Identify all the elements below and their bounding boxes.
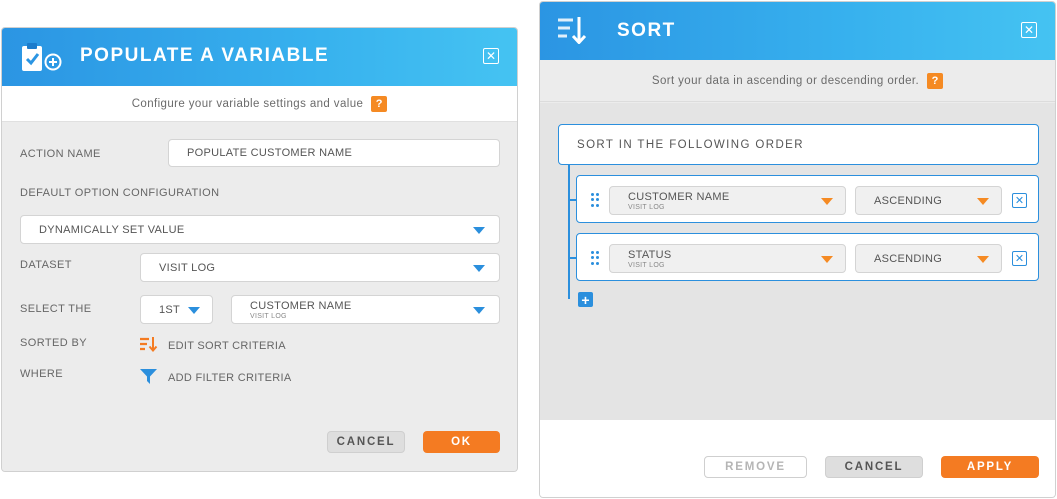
help-icon[interactable]: ?: [927, 72, 944, 89]
chevron-down-icon: [473, 227, 485, 234]
where-label: WHERE: [20, 368, 63, 380]
sort-field-sub: VISIT LOG: [628, 203, 665, 211]
populate-subtitle-bar: Configure your variable settings and val…: [2, 86, 517, 122]
sort-header: SORT ✕: [540, 2, 1055, 60]
select-the-value: 1ST: [159, 303, 181, 316]
populate-title: POPULATE A VARIABLE: [80, 45, 330, 66]
add-filter-criteria-label: ADD FILTER CRITERIA: [168, 372, 292, 384]
apply-button[interactable]: APPLY: [941, 456, 1039, 478]
sort-direction-select[interactable]: ASCENDING: [855, 244, 1002, 273]
sort-title: SORT: [617, 20, 676, 41]
tree-connector: [568, 165, 570, 299]
filter-icon: [139, 368, 158, 388]
dataset-select[interactable]: VISIT LOG: [140, 253, 500, 282]
remove-row-icon[interactable]: ✕: [1012, 193, 1027, 208]
edit-sort-criteria-link[interactable]: EDIT SORT CRITERIA: [139, 336, 286, 355]
chevron-down-icon: [977, 198, 989, 205]
default-option-select[interactable]: DYNAMICALLY SET VALUE: [20, 215, 500, 244]
drag-handle-icon[interactable]: [591, 193, 599, 207]
chevron-down-icon: [821, 256, 833, 263]
sorted-by-label: SORTED BY: [20, 337, 87, 349]
remove-row-icon[interactable]: ✕: [1012, 251, 1027, 266]
chevron-down-icon: [188, 307, 200, 314]
sort-row: STATUS VISIT LOG ASCENDING ✕: [576, 233, 1039, 281]
field-sub: VISIT LOG: [250, 312, 287, 320]
edit-sort-criteria-label: EDIT SORT CRITERIA: [168, 339, 286, 352]
action-name-label: ACTION NAME: [20, 148, 101, 160]
default-option-value: DYNAMICALLY SET VALUE: [39, 223, 185, 236]
sort-order-heading: SORT IN THE FOLLOWING ORDER: [558, 124, 1039, 165]
sort-footer: REMOVE CANCEL APPLY: [540, 420, 1055, 497]
add-filter-criteria-link[interactable]: ADD FILTER CRITERIA: [139, 368, 291, 388]
chevron-down-icon: [821, 198, 833, 205]
sort-field-sub: VISIT LOG: [628, 261, 665, 269]
add-sort-row-button[interactable]: +: [578, 292, 593, 307]
sort-order-heading-label: SORT IN THE FOLLOWING ORDER: [577, 138, 804, 151]
tree-connector: [568, 257, 576, 259]
populate-header: POPULATE A VARIABLE ✕: [2, 28, 517, 86]
field-select[interactable]: CUSTOMER NAME VISIT LOG: [231, 295, 500, 324]
dataset-value: VISIT LOG: [159, 261, 216, 274]
sort-icon: [139, 336, 158, 355]
sort-subtitle-bar: Sort your data in ascending or descendin…: [540, 60, 1055, 102]
action-name-value: POPULATE CUSTOMER NAME: [187, 147, 353, 159]
sort-subtitle: Sort your data in ascending or descendin…: [651, 74, 920, 87]
chevron-down-icon: [473, 307, 485, 314]
select-the-label: SELECT THE: [20, 303, 92, 315]
sort-dialog: SORT ✕ Sort your data in ascending or de…: [539, 1, 1056, 498]
sort-direction-select[interactable]: ASCENDING: [855, 186, 1002, 215]
sort-field-select[interactable]: STATUS VISIT LOG: [609, 244, 846, 273]
dataset-label: DATASET: [20, 259, 72, 271]
sort-body: SORT IN THE FOLLOWING ORDER CUSTOMER NAM…: [540, 103, 1055, 421]
cancel-button[interactable]: CANCEL: [327, 431, 405, 453]
sort-field-value: STATUS: [628, 248, 672, 261]
field-value: CUSTOMER NAME: [250, 299, 352, 312]
populate-footer: CANCEL OK: [2, 414, 517, 471]
clipboard-add-icon: [20, 42, 64, 79]
close-icon[interactable]: ✕: [483, 48, 499, 64]
populate-subtitle: Configure your variable settings and val…: [131, 97, 364, 110]
remove-button[interactable]: REMOVE: [704, 456, 807, 478]
select-the-select[interactable]: 1ST: [140, 295, 213, 324]
sort-field-select[interactable]: CUSTOMER NAME VISIT LOG: [609, 186, 846, 215]
drag-handle-icon[interactable]: [591, 251, 599, 265]
chevron-down-icon: [473, 265, 485, 272]
tree-connector: [568, 199, 576, 201]
sort-field-value: CUSTOMER NAME: [628, 190, 730, 203]
sort-icon: [557, 16, 587, 49]
populate-variable-dialog: POPULATE A VARIABLE ✕ Configure your var…: [1, 27, 518, 472]
default-option-label: DEFAULT OPTION CONFIGURATION: [20, 187, 220, 199]
close-icon[interactable]: ✕: [1021, 22, 1037, 38]
sort-direction-value: ASCENDING: [874, 252, 943, 265]
action-name-input[interactable]: POPULATE CUSTOMER NAME: [168, 139, 500, 167]
sort-row: CUSTOMER NAME VISIT LOG ASCENDING ✕: [576, 175, 1039, 223]
sort-direction-value: ASCENDING: [874, 194, 943, 207]
help-icon[interactable]: ?: [371, 95, 388, 112]
cancel-button[interactable]: CANCEL: [825, 456, 923, 478]
ok-button[interactable]: OK: [423, 431, 500, 453]
chevron-down-icon: [977, 256, 989, 263]
